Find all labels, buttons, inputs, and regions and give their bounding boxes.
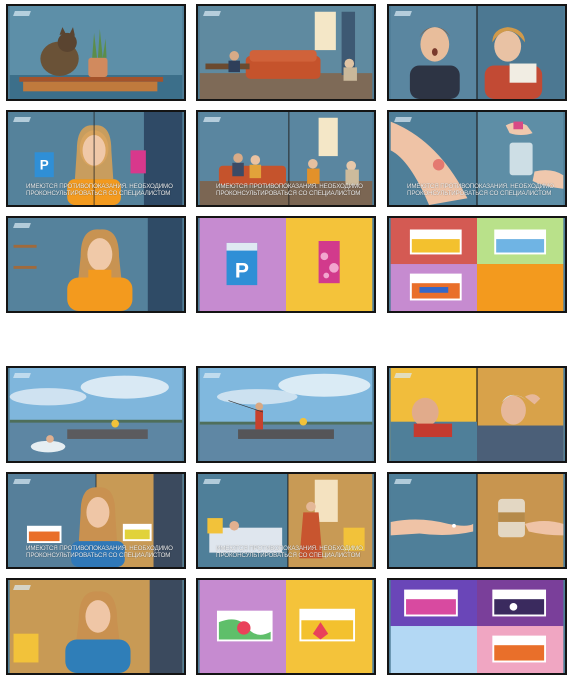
- frame-woman-blue-portrait: [6, 578, 186, 675]
- watermark: [203, 373, 221, 378]
- pack-letter: P: [235, 259, 249, 282]
- lake-boat-scene: [199, 368, 373, 461]
- pack-letter: P: [40, 158, 49, 173]
- frame-arm-remedy: ИМЕЮТСЯ ПРОТИВОПОКАЗАНИЯ. НЕОБХОДИМО ПРО…: [387, 110, 567, 207]
- watermark: [394, 479, 412, 484]
- disclaimer-text: ИМЕЮТСЯ ПРОТИВОПОКАЗАНИЯ. НЕОБХОДИМО ПРО…: [216, 545, 363, 559]
- frame-living-room: [196, 4, 376, 101]
- watermark: [13, 479, 31, 484]
- surprised-pair-scene: [390, 6, 564, 99]
- watermark: [13, 117, 31, 122]
- watermark: [394, 11, 412, 16]
- frame-shelf-cat: [6, 4, 186, 101]
- frame-surprised-pair: [387, 4, 567, 101]
- watermark: [394, 373, 412, 378]
- packshot-pair-scene: P: [199, 218, 373, 311]
- frame-packshot-pair: P: [196, 216, 376, 313]
- disclaimer-text: ИМЕЮТСЯ ПРОТИВОПОКАЗАНИЯ. НЕОБХОДИМО ПРО…: [216, 183, 363, 197]
- watermark: [203, 479, 221, 484]
- shelf-cat-scene: [9, 6, 183, 99]
- woman-blue-portrait-scene: [9, 580, 183, 673]
- watermark: [13, 585, 31, 590]
- frame-packshot-swirl: [196, 578, 376, 675]
- frame-packshot-tiles: [387, 578, 567, 675]
- frame-woman-products: P ИМЕЮТСЯ ПРОТИВОПОКАЗАНИЯ. НЕОБХОДИМО П…: [6, 110, 186, 207]
- lake-splash-scene: [9, 368, 183, 461]
- frame-living-room-family: ИМЕЮТСЯ ПРОТИВОПОКАЗАНИЯ. НЕОБХОДИМО ПРО…: [196, 110, 376, 207]
- watermark: [394, 117, 412, 122]
- packshot-tiles-scene: [390, 580, 564, 673]
- sick-men-scene: [390, 368, 564, 461]
- frame-sick-men: [387, 366, 567, 463]
- watermark: [13, 373, 31, 378]
- disclaimer-text: ИМЕЮТСЯ ПРОТИВОПОКАЗАНИЯ. НЕОБХОДИМО ПРО…: [26, 545, 173, 559]
- frame-woman-packs-blue: ИМЕЮТСЯ ПРОТИВОПОКАЗАНИЯ. НЕОБХОДИМО ПРО…: [6, 472, 186, 569]
- frame-hands-pills: [387, 472, 567, 569]
- hands-pills-scene: [390, 474, 564, 567]
- watermark: [203, 11, 221, 16]
- woman-portrait-scene: [9, 218, 183, 311]
- packshot-grid-scene: [390, 218, 564, 311]
- disclaimer-text: ИМЕЮТСЯ ПРОТИВОПОКАЗАНИЯ. НЕОБХОДИМО ПРО…: [407, 183, 554, 197]
- watermark: [13, 223, 31, 228]
- frame-lake-boat: [196, 366, 376, 463]
- watermark: [13, 11, 31, 16]
- frame-bedroom-couple: ИМЕЮТСЯ ПРОТИВОПОКАЗАНИЯ. НЕОБХОДИМО ПРО…: [196, 472, 376, 569]
- frame-packshot-grid: [387, 216, 567, 313]
- frame-lake-splash: [6, 366, 186, 463]
- packshot-swirl-scene: [199, 580, 373, 673]
- disclaimer-text: ИМЕЮТСЯ ПРОТИВОПОКАЗАНИЯ. НЕОБХОДИМО ПРО…: [26, 183, 173, 197]
- frame-woman-portrait: [6, 216, 186, 313]
- living-room-scene: [199, 6, 373, 99]
- watermark: [203, 117, 221, 122]
